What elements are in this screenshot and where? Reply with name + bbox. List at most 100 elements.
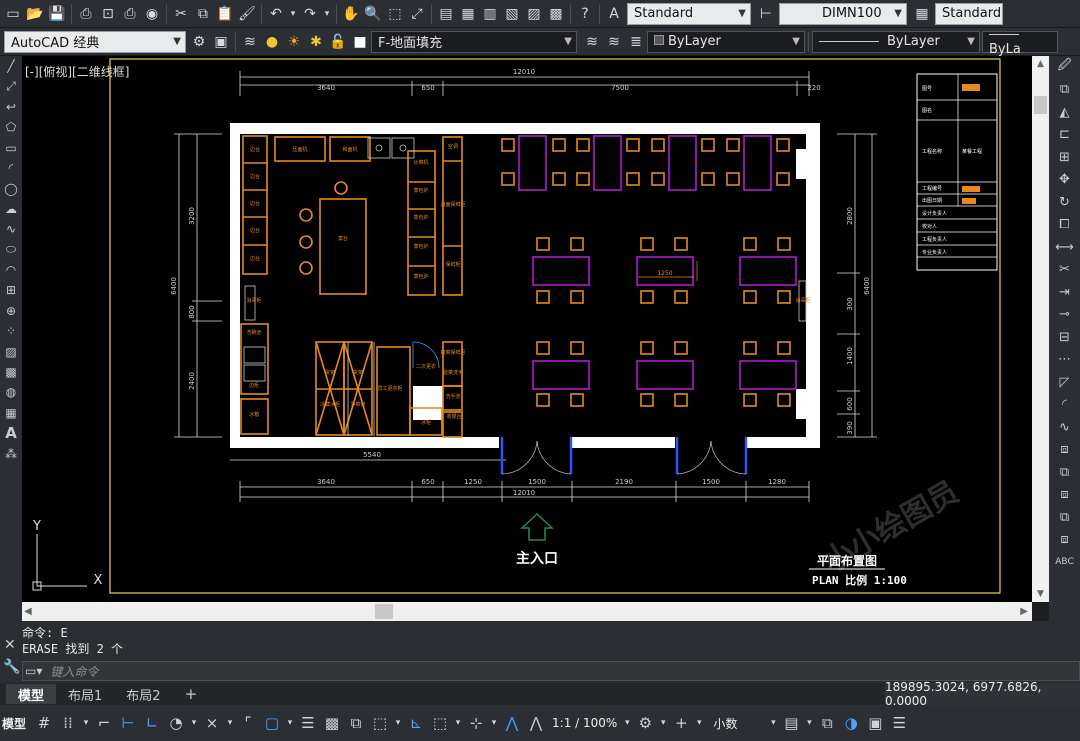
ortho-icon[interactable]: ∟ bbox=[140, 712, 164, 734]
gear-icon[interactable]: ⚙ bbox=[188, 31, 210, 53]
dropdown-icon[interactable]: ▾ bbox=[803, 712, 815, 734]
revcloud-icon[interactable]: ☁ bbox=[1, 199, 21, 219]
markup-icon[interactable]: ▨ bbox=[523, 3, 545, 25]
dropdown-icon[interactable]: ▾ bbox=[80, 712, 92, 734]
add-layout-button[interactable]: + bbox=[173, 684, 210, 704]
print-preview-icon[interactable]: ⊡ bbox=[97, 3, 119, 25]
plot-icon[interactable]: ⎙ bbox=[119, 3, 141, 25]
layer-select[interactable]: F-地面填充 ▼ bbox=[371, 30, 577, 53]
save-icon[interactable]: 💾 bbox=[46, 3, 68, 25]
zoom-realtime-icon[interactable]: 🔍 bbox=[362, 3, 384, 25]
bring-front-icon[interactable]: ⧉ bbox=[1053, 506, 1077, 529]
dropdown-icon[interactable]: ▾ bbox=[188, 712, 200, 734]
command-input[interactable]: ▭▾ 键入命令 bbox=[22, 661, 1080, 681]
table-style-select[interactable]: Standard bbox=[935, 2, 1003, 25]
make-block-icon[interactable]: ⊕ bbox=[1, 301, 21, 321]
region-icon[interactable]: ◍ bbox=[1, 382, 21, 402]
dynamic-ucs-icon[interactable]: ⊾ bbox=[404, 712, 428, 734]
layer-manager-icon[interactable]: ≋ bbox=[239, 31, 261, 53]
viewport-freeze-icon[interactable]: ✱ bbox=[305, 31, 327, 53]
insert-block-icon[interactable]: ⊞ bbox=[1, 280, 21, 300]
polar-tracking-icon[interactable]: ◔ bbox=[164, 712, 188, 734]
lineweight-icon[interactable]: ☰ bbox=[296, 712, 320, 734]
object-snap-tracking-icon[interactable]: ⌜ bbox=[236, 712, 260, 734]
calculator-icon[interactable]: ▩ bbox=[545, 3, 567, 25]
dynamic-input-icon[interactable]: ⊢ bbox=[116, 712, 140, 734]
ellipse-icon[interactable]: ⬭ bbox=[1, 240, 21, 260]
redo-dropdown-icon[interactable]: ▾ bbox=[321, 3, 333, 25]
scale-icon[interactable]: ⧠ bbox=[1053, 214, 1077, 237]
text-style-select[interactable]: Standard ▼ bbox=[627, 2, 751, 25]
properties-icon[interactable]: ▤ bbox=[435, 3, 457, 25]
open-folder-icon[interactable]: 📂 bbox=[24, 3, 46, 25]
selection-filter-icon[interactable]: ⬚ bbox=[428, 712, 452, 734]
point-icon[interactable]: ⁘ bbox=[1, 321, 21, 341]
publish-icon[interactable]: ◉ bbox=[141, 3, 163, 25]
scroll-left-icon[interactable]: ◀ bbox=[24, 602, 32, 621]
dropdown-icon[interactable]: ▾ bbox=[488, 712, 500, 734]
sun-icon[interactable]: ☀ bbox=[283, 31, 305, 53]
rotate-icon[interactable]: ↻ bbox=[1053, 191, 1077, 214]
scroll-up-icon[interactable]: ▲ bbox=[1032, 56, 1049, 72]
dropdown-icon[interactable]: ▾ bbox=[621, 712, 633, 734]
scroll-thumb[interactable] bbox=[375, 604, 393, 619]
graphics-performance-icon[interactable]: ◑ bbox=[839, 712, 863, 734]
stretch-icon[interactable]: ⟷ bbox=[1053, 236, 1077, 259]
make-current-layer-icon[interactable]: ≋ bbox=[581, 31, 603, 53]
linetype-select[interactable]: ByLayer ▼ bbox=[812, 30, 980, 53]
scroll-down-icon[interactable]: ▼ bbox=[1032, 586, 1049, 602]
building-walls[interactable] bbox=[230, 123, 820, 448]
draworder-icon[interactable]: ⧉ bbox=[1053, 461, 1077, 484]
join-icon[interactable]: ⋯ bbox=[1053, 349, 1077, 372]
plus-icon[interactable]: + bbox=[669, 712, 693, 734]
polyline-icon[interactable]: ↩ bbox=[1, 97, 21, 117]
group-icon[interactable]: ⧈ bbox=[1053, 484, 1077, 507]
horizontal-scrollbar[interactable]: ◀ ▶ bbox=[22, 602, 1032, 621]
mirror-icon[interactable]: ◭ bbox=[1053, 101, 1077, 124]
design-center-icon[interactable]: ▦ bbox=[457, 3, 479, 25]
3d-object-snap-icon[interactable]: ⬚ bbox=[368, 712, 392, 734]
explode-icon[interactable]: ⧈ bbox=[1053, 439, 1077, 462]
workspace-select[interactable]: AutoCAD 经典 ▼ bbox=[4, 30, 186, 53]
annotation-visibility-icon[interactable]: ⋀ bbox=[500, 712, 524, 734]
mtext-icon[interactable]: A bbox=[1, 423, 21, 443]
object-snap-icon[interactable]: ▢ bbox=[260, 712, 284, 734]
blend-icon[interactable]: ∿ bbox=[1053, 416, 1077, 439]
undo-icon[interactable]: ↶ bbox=[265, 3, 287, 25]
units-label[interactable]: 小数 bbox=[713, 715, 737, 732]
polygon-icon[interactable]: ⬠ bbox=[1, 117, 21, 137]
send-back-icon[interactable]: ⧈ bbox=[1053, 529, 1077, 552]
quick-properties-icon[interactable]: ▤ bbox=[779, 712, 803, 734]
print-icon[interactable]: ⎙ bbox=[75, 3, 97, 25]
copy-icon[interactable]: ⧉ bbox=[192, 3, 214, 25]
line-icon[interactable]: ╱ bbox=[1, 56, 21, 76]
dropdown-icon[interactable]: ▾ bbox=[224, 712, 236, 734]
gradient-icon[interactable]: ▩ bbox=[1, 362, 21, 382]
model-space-label[interactable]: 模型 bbox=[2, 715, 26, 732]
color-select[interactable]: ByLayer ▼ bbox=[647, 30, 805, 53]
layer-state-icon[interactable]: ≣ bbox=[625, 31, 647, 53]
lineweight-select[interactable]: ByLa bbox=[982, 30, 1058, 57]
snap-grid-icon[interactable]: ⁞⁞ bbox=[56, 712, 80, 734]
rectangle-icon[interactable]: ▭ bbox=[1, 138, 21, 158]
circle-icon[interactable]: ◯ bbox=[1, 178, 21, 198]
tool-palettes-icon[interactable]: ▥ bbox=[479, 3, 501, 25]
scroll-right-icon[interactable]: ▶ bbox=[1020, 602, 1028, 621]
annotation-scale[interactable]: 1:1 / 100% bbox=[552, 716, 617, 730]
tab-layout1[interactable]: 布局1 bbox=[56, 684, 114, 704]
abc-text-icon[interactable]: ABC bbox=[1053, 551, 1077, 574]
lightbulb-icon[interactable]: ● bbox=[261, 31, 283, 53]
break-at-point-icon[interactable]: ⊸ bbox=[1053, 304, 1077, 327]
construction-line-icon[interactable]: ⤢ bbox=[1, 76, 21, 96]
gizmo-icon[interactable]: ⊹ bbox=[464, 712, 488, 734]
table-icon[interactable]: ▦ bbox=[1, 403, 21, 423]
undo-dropdown-icon[interactable]: ▾ bbox=[287, 3, 299, 25]
layer-previous-icon[interactable]: ≋ bbox=[603, 31, 625, 53]
dropdown-icon[interactable]: ▾ bbox=[693, 712, 705, 734]
match-properties-icon[interactable]: 🖌 bbox=[236, 3, 258, 25]
gear-icon[interactable]: ⚙ bbox=[633, 712, 657, 734]
cut-icon[interactable]: ✂ bbox=[170, 3, 192, 25]
infer-constraints-icon[interactable]: ⌐ bbox=[92, 712, 116, 734]
auto-scale-icon[interactable]: ⋀ bbox=[524, 712, 548, 734]
fillet-icon[interactable]: ◜ bbox=[1053, 394, 1077, 417]
